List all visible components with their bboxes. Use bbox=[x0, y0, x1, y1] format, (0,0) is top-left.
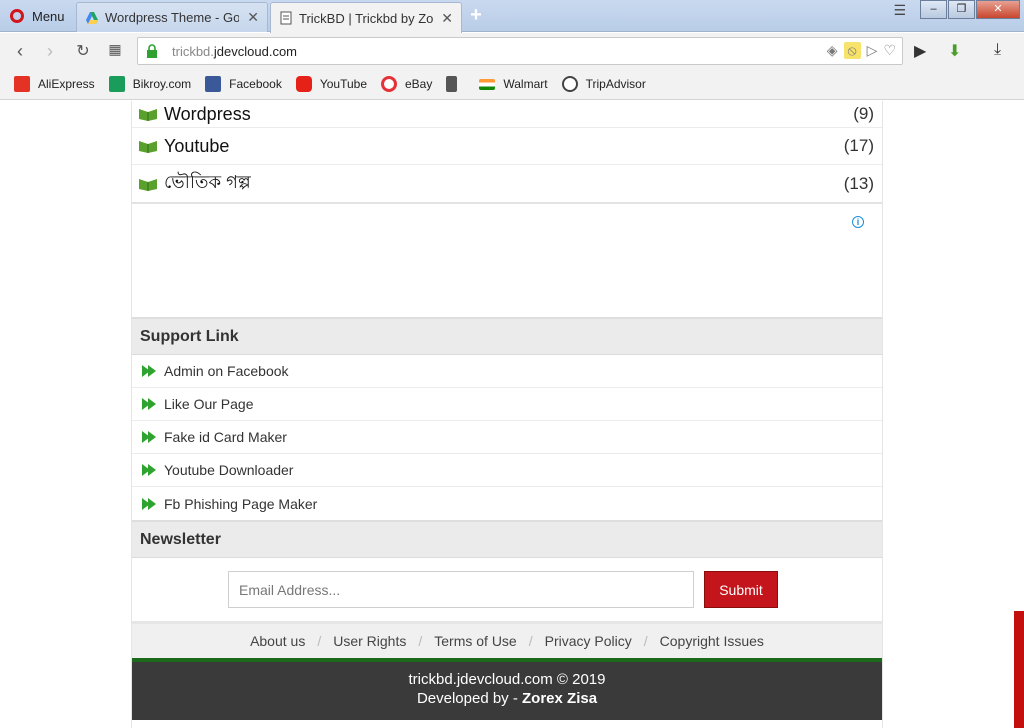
footer-link-terms[interactable]: Terms of Use bbox=[434, 633, 516, 649]
newsletter-form: Submit bbox=[132, 558, 882, 624]
developer-credit: Developed by - Zorex Zisa bbox=[416, 690, 598, 707]
close-window-icon[interactable]: ✕ bbox=[976, 0, 1020, 19]
footer-separator: / bbox=[643, 633, 648, 649]
tab-wordpress-theme[interactable]: Wordpress Theme - Goog ✕ bbox=[76, 2, 268, 32]
footer-separator: / bbox=[317, 633, 322, 649]
category-count: (9) bbox=[853, 104, 874, 123]
browser-tab-bar: Menu Wordpress Theme - Goog ✕ TrickBD | … bbox=[0, 0, 1024, 33]
double-arrow-icon bbox=[142, 464, 156, 476]
web-page: Wordpress (9) Youtube (17) ভৌতিক গল্প (1… bbox=[0, 101, 1024, 728]
facebook-icon bbox=[205, 76, 222, 92]
secure-lock-icon bbox=[147, 44, 157, 58]
book-icon bbox=[139, 141, 157, 153]
double-arrow-icon bbox=[142, 497, 156, 510]
opera-logo-icon bbox=[10, 9, 24, 23]
url-text: trickbd.jdevcloud.com bbox=[172, 44, 298, 59]
category-row[interactable]: Wordpress (9) bbox=[132, 101, 882, 128]
back-icon[interactable]: ‹ bbox=[10, 41, 30, 62]
youtube-icon bbox=[295, 76, 312, 92]
bookmark-facebook[interactable]: Facebook bbox=[205, 76, 282, 92]
newsletter-title: Newsletter bbox=[132, 520, 882, 558]
send-icon[interactable]: ▷ bbox=[867, 42, 878, 59]
support-link-item[interactable]: Like Our Page bbox=[132, 388, 882, 421]
copyright-bar: trickbd.jdevcloud.com © 2019 Developed b… bbox=[132, 662, 882, 720]
ad-info-icon[interactable]: i bbox=[852, 216, 864, 228]
india-flag-icon bbox=[479, 78, 496, 90]
bikroy-icon bbox=[108, 76, 125, 92]
flow-icon[interactable]: ▶ bbox=[914, 41, 926, 61]
developer-name[interactable]: Zorex Zisa bbox=[522, 690, 597, 707]
cube-extension-icon[interactable]: ◈ bbox=[827, 42, 838, 59]
bookmark-aliexpress[interactable]: AliExpress bbox=[14, 76, 95, 92]
opera-menu-button[interactable]: Menu bbox=[0, 0, 74, 32]
support-link-list: Admin on Facebook Like Our Page Fake id … bbox=[132, 355, 882, 520]
speed-dial-icon[interactable]: ▦ bbox=[105, 41, 125, 58]
aliexpress-icon bbox=[14, 76, 30, 92]
category-name: ভৌতিক গল্প bbox=[164, 172, 251, 192]
copyright-text: trickbd.jdevcloud.com © 2019 bbox=[408, 671, 606, 688]
footer-link-privacy[interactable]: Privacy Policy bbox=[545, 633, 632, 649]
support-link-item[interactable]: Fb Phishing Page Maker bbox=[132, 487, 882, 520]
menu-label: Menu bbox=[32, 8, 65, 24]
bookmark-walmart[interactable]: Walmart bbox=[479, 77, 548, 91]
bookmark-tripadvisor[interactable]: TripAdvisor bbox=[561, 76, 646, 92]
page-icon bbox=[280, 11, 292, 25]
document-icon bbox=[446, 76, 458, 92]
address-bar[interactable]: trickbd.jdevcloud.com ◈ ⦸ ▷ ♡ bbox=[137, 37, 903, 65]
category-name: Wordpress bbox=[164, 103, 251, 124]
category-row[interactable]: ভৌতিক গল্প (13) bbox=[132, 165, 882, 202]
category-count: (17) bbox=[843, 136, 874, 155]
sidebar-container: Wordpress (9) Youtube (17) ভৌতিক গল্প (1… bbox=[131, 101, 883, 728]
bookmark-ebay[interactable]: eBay bbox=[381, 76, 432, 92]
tab-title: TrickBD | Trickbd by Zorex bbox=[299, 10, 434, 26]
book-icon bbox=[139, 109, 157, 121]
double-arrow-icon bbox=[142, 365, 156, 377]
category-list: Wordpress (9) Youtube (17) ভৌতিক গল্প (1… bbox=[132, 101, 882, 202]
ad-slot: i bbox=[132, 202, 882, 317]
minimize-icon[interactable]: – bbox=[920, 0, 947, 19]
support-link-title: Support Link bbox=[132, 317, 882, 355]
bookmarks-bar: AliExpress Bikroy.com Facebook YouTube e… bbox=[0, 69, 1024, 100]
book-icon bbox=[139, 178, 157, 191]
tab-close-icon[interactable]: ✕ bbox=[247, 9, 259, 26]
tab-close-icon[interactable]: ✕ bbox=[441, 10, 453, 27]
restore-icon[interactable]: ❐ bbox=[948, 0, 975, 19]
reload-icon[interactable]: ↻ bbox=[73, 41, 93, 61]
footer-link-about[interactable]: About us bbox=[250, 633, 305, 649]
tab-trickbd[interactable]: TrickBD | Trickbd by Zorex ✕ bbox=[270, 2, 462, 33]
extension-download-icon[interactable]: ⬇ bbox=[948, 41, 961, 61]
submit-button[interactable]: Submit bbox=[704, 571, 778, 608]
google-drive-icon bbox=[86, 11, 98, 24]
footer-link-copyright[interactable]: Copyright Issues bbox=[660, 633, 764, 649]
email-field[interactable] bbox=[228, 571, 694, 608]
tripadvisor-icon bbox=[561, 76, 578, 92]
bookmark-youtube[interactable]: YouTube bbox=[295, 76, 367, 92]
new-tab-plus-icon[interactable]: + bbox=[466, 5, 486, 26]
footer-separator: / bbox=[418, 633, 423, 649]
support-link-item[interactable]: Youtube Downloader bbox=[132, 454, 882, 487]
forward-icon[interactable]: › bbox=[40, 41, 60, 62]
heart-icon[interactable]: ♡ bbox=[883, 42, 896, 59]
bookmark-document[interactable] bbox=[446, 76, 465, 92]
category-name: Youtube bbox=[164, 135, 230, 156]
double-arrow-icon bbox=[142, 431, 156, 443]
downloads-icon[interactable]: ⤓ bbox=[994, 41, 1001, 59]
support-link-item[interactable]: Fake id Card Maker bbox=[132, 421, 882, 454]
footer-link-user-rights[interactable]: User Rights bbox=[333, 633, 406, 649]
footer-links: About us / User Rights / Terms of Use / … bbox=[132, 624, 882, 662]
support-link-item[interactable]: Admin on Facebook bbox=[132, 355, 882, 388]
double-arrow-icon bbox=[142, 398, 156, 410]
category-count: (13) bbox=[843, 173, 874, 193]
tab-menu-icon[interactable]: ☰ bbox=[893, 2, 906, 19]
bookmark-bikroy[interactable]: Bikroy.com bbox=[108, 76, 191, 92]
ebay-icon bbox=[381, 76, 397, 92]
category-row[interactable]: Youtube (17) bbox=[132, 128, 882, 165]
window-controls: – ❐ ✕ bbox=[919, 0, 1020, 19]
adblock-icon[interactable]: ⦸ bbox=[843, 42, 861, 59]
page-red-edge bbox=[1014, 611, 1024, 728]
footer-separator: / bbox=[528, 633, 533, 649]
browser-toolbar: ‹ › ↻ ▦ trickbd.jdevcloud.com ◈ ⦸ ▷ ♡ ▶ … bbox=[0, 33, 1024, 69]
tab-title: Wordpress Theme - Goog bbox=[105, 10, 240, 25]
